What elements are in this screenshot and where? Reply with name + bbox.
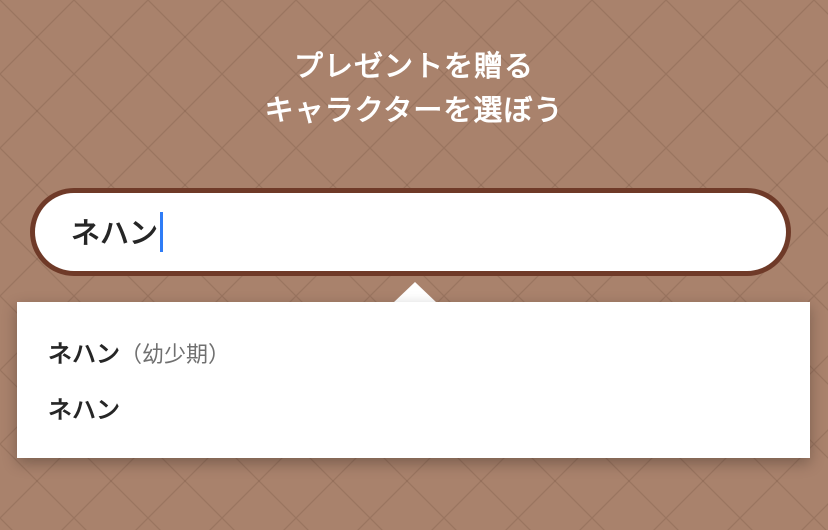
suggestion-name: ネハン <box>48 340 120 368</box>
title-line-1: プレゼントを贈る <box>293 49 534 83</box>
suggestion-name: ネハン <box>48 396 120 424</box>
search-value: ネハン <box>71 216 159 250</box>
dropdown-pointer <box>393 282 437 303</box>
suggestion-item-nehan-childhood[interactable]: ネハン（幼少期） <box>48 339 230 371</box>
suggestion-dropdown: ネハン（幼少期） ネハン <box>17 302 810 458</box>
text-caret <box>160 212 164 252</box>
suggestion-note: （幼少期） <box>120 343 231 368</box>
page-title: プレゼントを贈る キャラクターを選ぼう <box>0 44 828 132</box>
search-input-text[interactable]: ネハン <box>71 212 164 252</box>
suggestion-item-nehan[interactable]: ネハン <box>48 395 120 425</box>
title-line-2: キャラクターを選ぼう <box>264 93 564 127</box>
character-search-input[interactable]: ネハン <box>30 188 791 276</box>
